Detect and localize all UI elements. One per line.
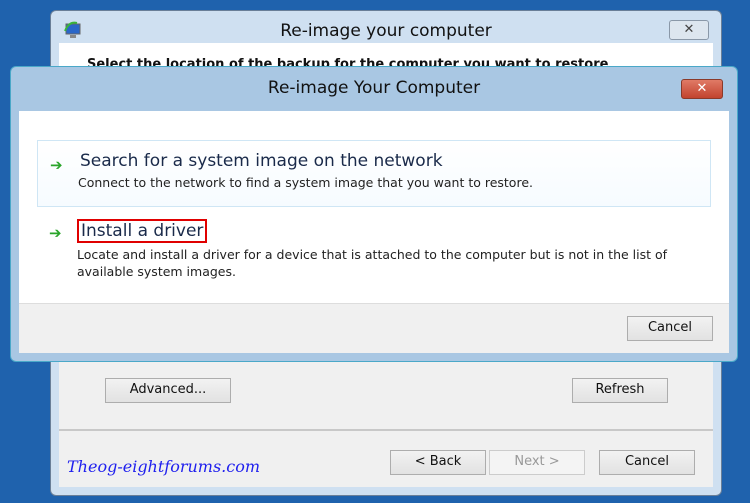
dialog-close-button[interactable]: ✕ [681,79,723,99]
advanced-button[interactable]: Advanced... [105,378,231,403]
divider [59,429,713,431]
next-button: Next > [489,450,585,475]
option-search-network[interactable]: ➔ Search for a system image on the netwo… [37,140,711,207]
green-arrow-icon: ➔ [49,224,62,242]
close-button[interactable]: ✕ [669,20,709,40]
reimage-dialog: Re-image Your Computer ✕ ➔ Search for a … [10,66,738,362]
dialog-client: ➔ Search for a system image on the netwo… [19,111,729,353]
window-title: Re-image your computer [280,21,492,41]
dialog-title: Re-image Your Computer [267,78,481,98]
watermark: Theog-eightforums.com [67,457,261,476]
option-title: Install a driver [77,219,208,243]
dialog-footer: Cancel [19,303,729,353]
green-arrow-icon: ➔ [50,156,63,174]
dialog-cancel-button[interactable]: Cancel [627,316,713,341]
option-title: Search for a system image on the network [80,151,443,171]
refresh-button[interactable]: Refresh [572,378,668,403]
option-install-driver[interactable]: ➔ Install a driver Locate and install a … [37,209,711,289]
option-description: Locate and install a driver for a device… [77,247,668,279]
back-button[interactable]: < Back [390,450,486,475]
option-description: Connect to the network to find a system … [78,175,533,190]
cancel-button[interactable]: Cancel [599,450,695,475]
